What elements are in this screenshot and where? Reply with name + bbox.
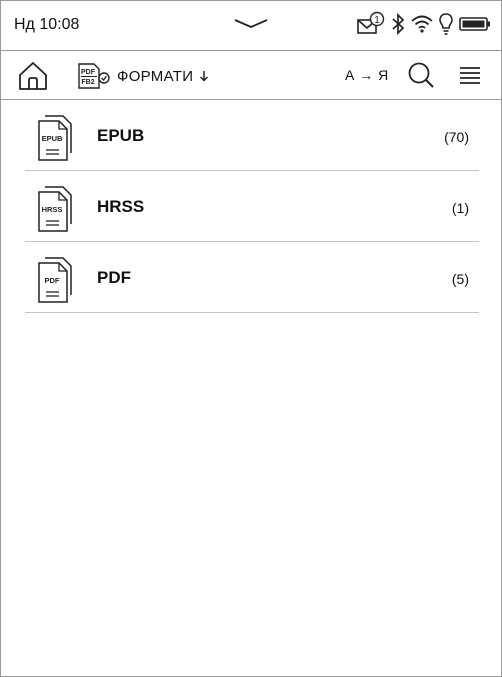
home-button[interactable]: [17, 61, 49, 91]
hrss-file-icon: HRSS: [38, 186, 72, 232]
svg-text:HRSS: HRSS: [42, 205, 63, 214]
status-bar: Нд 10:08 1: [1, 1, 501, 49]
format-count: (1): [451, 200, 469, 216]
svg-text:EPUB: EPUB: [42, 134, 63, 143]
frontlight-bulb-icon[interactable]: [439, 12, 453, 41]
toolbar: PDF FB2 ФОРМАТИ А → Я: [1, 51, 501, 99]
search-button[interactable]: [407, 61, 435, 89]
hamburger-menu-icon: [460, 67, 480, 84]
format-name: PDF: [97, 268, 131, 287]
format-item-hrss[interactable]: HRSS HRSS (1): [25, 171, 479, 242]
format-count: (5): [451, 271, 469, 287]
notification-mail-icon[interactable]: 1: [357, 11, 385, 42]
format-item-epub[interactable]: EPUB EPUB (70): [25, 100, 479, 171]
status-time: Нд 10:08: [14, 16, 80, 33]
svg-text:PDF: PDF: [81, 69, 96, 76]
formats-list: EPUB EPUB (70) HRSS HRSS (1) PDF PDF (5): [25, 100, 479, 313]
formats-icon: PDF FB2: [78, 63, 110, 89]
epub-file-icon: EPUB: [38, 115, 72, 161]
bluetooth-icon: [391, 12, 405, 41]
wifi-icon: [411, 14, 433, 39]
reader-screen: Нд 10:08 1 PDF FB2 ФОРМАТИ А → Я EPUB EP…: [0, 0, 502, 677]
sort-button[interactable]: А → Я: [345, 67, 389, 83]
formats-label: ФОРМАТИ: [117, 67, 194, 85]
format-name: EPUB: [97, 126, 145, 145]
format-count: (70): [444, 129, 469, 145]
notification-count: 1: [374, 15, 380, 26]
svg-text:FB2: FB2: [81, 79, 94, 86]
pdf-file-icon: PDF: [38, 257, 72, 303]
status-icons: 1: [357, 11, 491, 42]
home-icon: [19, 62, 47, 90]
format-item-pdf[interactable]: PDF PDF (5): [25, 242, 479, 313]
arrow-down-icon: [200, 71, 209, 82]
formats-dropdown[interactable]: PDF FB2 ФОРМАТИ: [77, 61, 209, 91]
menu-button[interactable]: [459, 65, 481, 87]
search-icon: [408, 62, 434, 88]
format-name: HRSS: [97, 197, 145, 216]
chevron-down-icon[interactable]: [233, 17, 269, 31]
svg-text:PDF: PDF: [45, 276, 60, 285]
battery-icon: [459, 16, 491, 37]
